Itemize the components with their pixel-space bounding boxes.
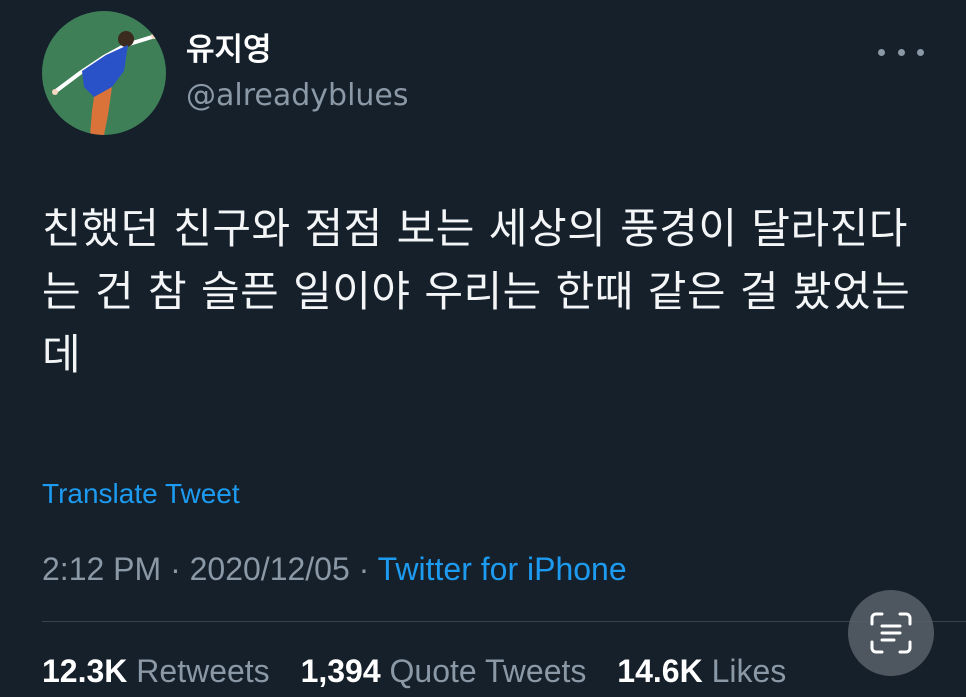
quote-tweets-label: Quote Tweets bbox=[389, 653, 587, 689]
more-button[interactable] bbox=[878, 38, 924, 66]
user-handle[interactable]: @alreadyblues bbox=[186, 76, 409, 116]
more-dot bbox=[897, 48, 905, 56]
translate-tweet-link[interactable]: Translate Tweet bbox=[42, 475, 240, 513]
tweet-metadata: 2:12 PM · 2020/12/05 · Twitter for iPhon… bbox=[42, 548, 627, 590]
tweet-date[interactable]: 2020/12/05 bbox=[190, 551, 350, 587]
display-name[interactable]: 유지영 bbox=[186, 30, 272, 70]
text-scan-icon bbox=[870, 612, 912, 654]
likes-stat[interactable]: 14.6K Likes bbox=[617, 653, 786, 689]
retweets-stat[interactable]: 12.3K Retweets bbox=[42, 653, 270, 689]
avatar-figure-icon bbox=[52, 31, 157, 135]
quote-tweets-count: 1,394 bbox=[300, 653, 381, 689]
divider bbox=[42, 621, 966, 622]
tweet-text: 친했던 친구와 점점 보는 세상의 풍경이 달라진다는 건 참 슬픈 일이야 우… bbox=[42, 204, 911, 379]
more-horizontal-icon bbox=[878, 48, 885, 56]
likes-count: 14.6K bbox=[617, 653, 703, 689]
retweets-label: Retweets bbox=[136, 653, 270, 689]
more-dot bbox=[917, 48, 924, 56]
quote-tweets-stat[interactable]: 1,394 Quote Tweets bbox=[301, 653, 587, 689]
tweet-source-link[interactable]: Twitter for iPhone bbox=[378, 551, 627, 587]
tweet-card: 유지영 @alreadyblues 친했던 친구와 점점 보는 세상의 풍경이 … bbox=[0, 0, 966, 697]
tweet-time[interactable]: 2:12 PM bbox=[42, 551, 161, 587]
avatar[interactable] bbox=[42, 11, 166, 135]
meta-separator: · bbox=[349, 551, 378, 587]
retweets-count: 12.3K bbox=[42, 653, 128, 689]
live-text-scan-button[interactable] bbox=[848, 590, 934, 676]
meta-separator: · bbox=[161, 551, 190, 587]
tweet-stats: 12.3K Retweets 1,394 Quote Tweets 14.6K … bbox=[42, 650, 786, 692]
likes-label: Likes bbox=[711, 653, 787, 689]
